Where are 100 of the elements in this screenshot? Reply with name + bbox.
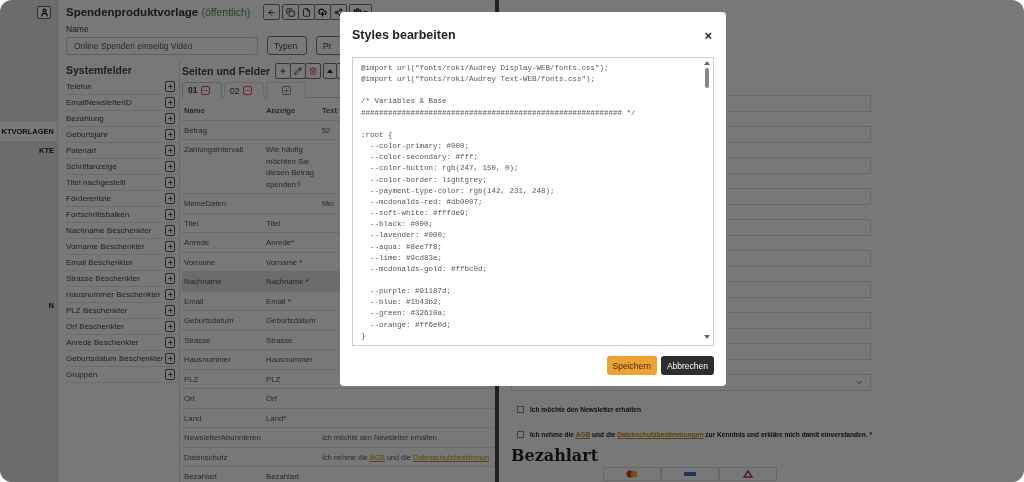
add-field-button[interactable]: [165, 225, 175, 236]
copy-icon: [286, 7, 296, 17]
cloud-icon: [318, 7, 328, 17]
plus-icon: [281, 86, 291, 95]
add-field-button[interactable]: [165, 129, 175, 140]
panel-title: Systemfelder: [66, 64, 133, 76]
add-field-button[interactable]: [165, 161, 175, 172]
input-field[interactable]: [727, 126, 871, 143]
edit-button[interactable]: [290, 63, 307, 79]
add-field-button[interactable]: [165, 321, 175, 332]
plus-icon: [166, 131, 174, 138]
types-dropdown[interactable]: Typen: [267, 36, 307, 55]
plus-icon: [166, 291, 174, 298]
profile-button[interactable]: [37, 6, 51, 19]
checkbox[interactable]: [517, 406, 524, 413]
system-field-label: Hausnummer Beschenkter: [66, 290, 161, 299]
input-field[interactable]: [727, 250, 871, 267]
save-button[interactable]: Speichern: [606, 356, 657, 375]
add-field-button[interactable]: [165, 369, 175, 380]
add-button[interactable]: [275, 63, 292, 79]
cancel-button[interactable]: Abbrechen: [660, 356, 714, 375]
add-field-button[interactable]: [165, 241, 175, 252]
system-field-label: Strasse Beschenkter: [66, 274, 140, 283]
document-button[interactable]: [298, 4, 316, 20]
system-field-label: Gruppen: [66, 370, 98, 379]
plus-icon: [166, 147, 174, 154]
card-logo-icon: [626, 470, 638, 478]
chevron-down-icon: [855, 378, 864, 387]
input-field[interactable]: [727, 343, 871, 360]
system-field-label: EmailNewsletterID: [66, 98, 132, 107]
add-field-button[interactable]: [165, 337, 175, 348]
plus-icon: [166, 339, 174, 346]
plus-icon: [166, 179, 174, 186]
transfer-logo-icon: [743, 470, 753, 478]
back-button[interactable]: [263, 4, 281, 20]
system-field-label: Titel nachgestellt: [66, 178, 126, 187]
code-editor[interactable]: [352, 57, 714, 346]
add-field-button[interactable]: [165, 289, 175, 300]
plus-icon: [166, 275, 174, 282]
system-field-label: Nachname Beschenkter: [66, 226, 152, 235]
move-up-button[interactable]: [323, 63, 338, 79]
plus-icon: [166, 355, 174, 362]
add-field-button[interactable]: [165, 193, 175, 204]
system-field-label: Anrede Beschenkter: [66, 338, 139, 347]
add-field-button[interactable]: [165, 177, 175, 188]
plus-icon: [166, 163, 174, 170]
add-field-button[interactable]: [165, 81, 175, 92]
arrow-left-icon: [267, 7, 277, 17]
plus-icon: [166, 195, 174, 202]
remove-page-icon: [201, 85, 211, 95]
close-button[interactable]: ×: [702, 27, 714, 43]
payment-option[interactable]: [661, 467, 719, 481]
input-field[interactable]: [727, 219, 871, 236]
add-field-button[interactable]: [165, 145, 175, 156]
panel-title: Seiten und Felder: [182, 65, 271, 77]
dialog-title: Styles bearbeiten: [352, 28, 456, 42]
add-field-button[interactable]: [165, 97, 175, 108]
plus-icon: [166, 99, 174, 106]
add-field-button[interactable]: [165, 113, 175, 124]
page-tab[interactable]: 02: [224, 82, 264, 98]
name-input-field[interactable]: Online Spenden einseitig Video: [66, 36, 258, 55]
triangle-up-icon: [327, 69, 334, 73]
trash-icon: [309, 67, 318, 75]
system-field-label: Geburtsjahr: [66, 130, 108, 139]
input-field[interactable]: [727, 312, 871, 329]
add-field-button[interactable]: [165, 273, 175, 284]
add-field-button[interactable]: [165, 257, 175, 268]
system-field-label: PLZ Beschenkter: [66, 306, 128, 315]
input-field[interactable]: [727, 157, 871, 174]
system-field-label: Fortschrittsbalken: [66, 210, 130, 219]
add-field-button[interactable]: [165, 209, 175, 220]
upload-button[interactable]: [314, 4, 332, 20]
page-title: Spendenproduktvorlage (öffentlich): [66, 6, 251, 18]
plus-icon: [166, 227, 174, 234]
share-icon: [334, 7, 344, 17]
system-field-label: Fördererliste: [66, 194, 111, 203]
system-field-label: Vorname Beschenkter: [66, 242, 145, 251]
system-field-label: Schrittanzeige: [66, 162, 117, 171]
checkbox[interactable]: [517, 431, 524, 438]
wallet-logo-icon: [684, 471, 696, 477]
delete-button[interactable]: [305, 63, 322, 79]
payment-option[interactable]: [719, 467, 777, 481]
plus-icon: [166, 115, 174, 122]
input-field[interactable]: [727, 188, 871, 205]
system-field-label: Ort Beschenkter: [66, 322, 124, 331]
section-heading: Bezahlart: [511, 446, 600, 465]
add-page-tab[interactable]: [266, 82, 306, 98]
system-field-label: Telefon: [66, 82, 92, 91]
page-tab[interactable]: 01: [182, 82, 222, 98]
copy-button[interactable]: [282, 4, 300, 20]
input-field[interactable]: [727, 281, 871, 298]
system-field-label: Patenart: [66, 146, 97, 155]
add-field-button[interactable]: [165, 353, 175, 364]
system-field-label: Email Beschenkter: [66, 258, 133, 267]
add-field-button[interactable]: [165, 305, 175, 316]
input-field[interactable]: [727, 95, 871, 112]
pencil-icon: [294, 67, 303, 75]
name-label: Name: [65, 23, 90, 34]
plus-icon: [166, 243, 174, 250]
payment-option[interactable]: [603, 467, 661, 481]
